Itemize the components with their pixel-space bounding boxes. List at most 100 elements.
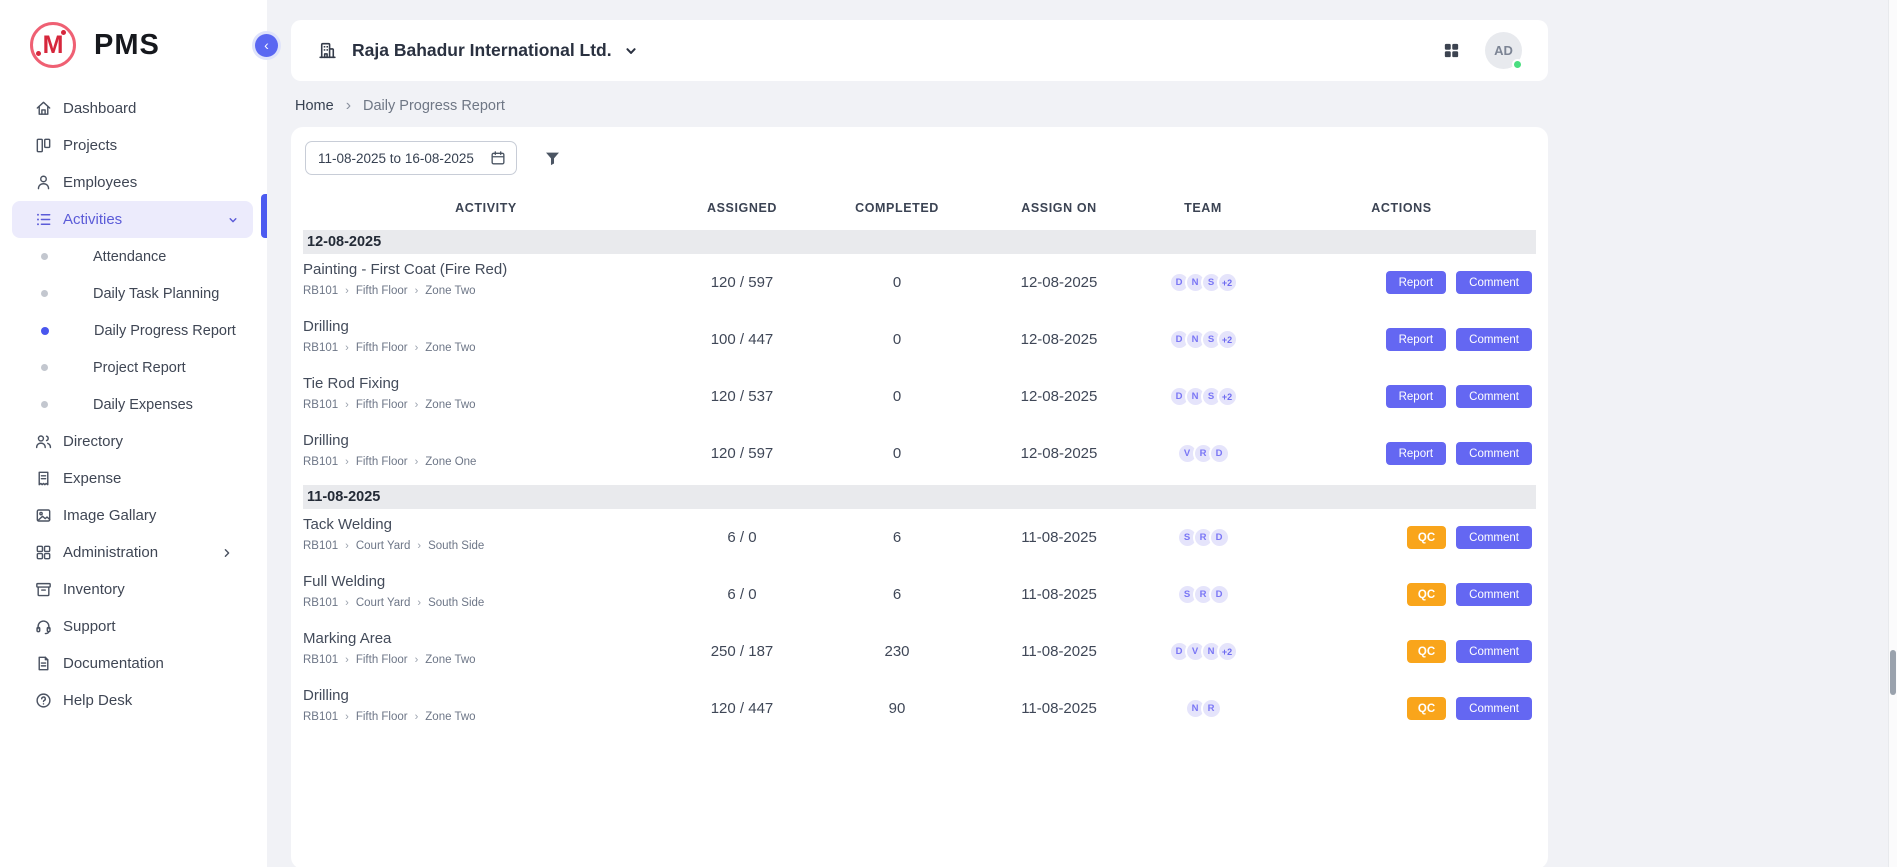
activity-path: RB101›Fifth Floor›Zone Two [303, 711, 669, 723]
question-circle-icon [34, 691, 53, 710]
image-icon [34, 506, 53, 525]
sidebar-item-administration[interactable]: Administration [0, 534, 267, 571]
report-button[interactable]: Report [1386, 271, 1447, 294]
path-chevron-icon: › [417, 597, 421, 609]
path-segment: Fifth Floor [356, 456, 408, 468]
assigned-value: 6 / 0 [669, 509, 815, 566]
completed-value: 230 [815, 623, 979, 680]
report-button[interactable]: Report [1386, 328, 1447, 351]
sidebar-subitem-project-report[interactable]: Project Report [0, 349, 267, 386]
activity-name: Drilling [303, 318, 669, 335]
assign-on-value: 12-08-2025 [979, 425, 1139, 482]
assign-on-value: 11-08-2025 [979, 623, 1139, 680]
path-segment: Fifth Floor [356, 399, 408, 411]
qc-button[interactable]: QC [1407, 640, 1446, 663]
path-segment: Zone Two [425, 342, 475, 354]
sidebar: M PMS Dashboard Projects Employees Activ… [0, 0, 267, 867]
table-row: Full Welding RB101›Court Yard›South Side… [303, 566, 1536, 623]
sidebar-item-dashboard[interactable]: Dashboard [0, 90, 267, 127]
team-extra-count-badge[interactable]: +2 [1217, 329, 1238, 350]
topbar: Raja Bahadur International Ltd. AD [291, 20, 1548, 81]
path-segment: RB101 [303, 711, 338, 723]
path-chevron-icon: › [415, 456, 419, 468]
sidebar-subitem-attendance[interactable]: Attendance [0, 238, 267, 275]
table-row: Drilling RB101›Fifth Floor›Zone Two 100 … [303, 311, 1536, 368]
sidebar-item-employees[interactable]: Employees [0, 164, 267, 201]
group-date: 12-08-2025 [307, 234, 381, 250]
assigned-value: 100 / 447 [669, 311, 815, 368]
company-selector[interactable]: Raja Bahadur International Ltd. [317, 40, 640, 61]
path-chevron-icon: › [415, 285, 419, 297]
people-icon [34, 432, 53, 451]
path-segment: Court Yard [356, 540, 411, 552]
chevron-down-icon [622, 42, 640, 60]
assign-on-value: 12-08-2025 [979, 254, 1139, 311]
team-extra-count-badge[interactable]: +2 [1217, 272, 1238, 293]
page-scrollbar[interactable] [1888, 0, 1897, 867]
page-scrollbar-thumb[interactable] [1890, 650, 1896, 695]
comment-button[interactable]: Comment [1456, 697, 1532, 720]
activity-path: RB101›Fifth Floor›Zone One [303, 456, 669, 468]
comment-button[interactable]: Comment [1456, 271, 1532, 294]
team-member-avatar[interactable]: R [1201, 698, 1222, 719]
qc-button[interactable]: QC [1407, 697, 1446, 720]
sidebar-subitem-daily-expenses[interactable]: Daily Expenses [0, 386, 267, 423]
completed-value: 0 [815, 368, 979, 425]
home-icon [34, 99, 53, 118]
row-actions: QC Comment [1267, 623, 1536, 680]
qc-button[interactable]: QC [1407, 526, 1446, 549]
sidebar-item-image-gallary[interactable]: Image Gallary [0, 497, 267, 534]
date-range-input[interactable]: 11-08-2025 to 16-08-2025 [305, 141, 517, 175]
app-name: PMS [94, 29, 160, 62]
date-range-value: 11-08-2025 to 16-08-2025 [318, 151, 474, 166]
sidebar-collapse-button[interactable]: ‹ [255, 34, 278, 57]
sidebar-item-support[interactable]: Support [0, 608, 267, 645]
comment-button[interactable]: Comment [1456, 640, 1532, 663]
comment-button[interactable]: Comment [1456, 526, 1532, 549]
activity-path: RB101›Court Yard›South Side [303, 540, 669, 552]
team-avatars: DNS+2 [1139, 311, 1267, 368]
sidebar-item-directory[interactable]: Directory [0, 423, 267, 460]
qc-button[interactable]: QC [1407, 583, 1446, 606]
path-segment: RB101 [303, 597, 338, 609]
archive-box-icon [34, 580, 53, 599]
chevron-down-icon [225, 212, 241, 228]
sidebar-item-label: Inventory [63, 581, 125, 598]
sidebar-item-activities[interactable]: Activities [12, 201, 253, 238]
path-chevron-icon: › [415, 342, 419, 354]
comment-button[interactable]: Comment [1456, 583, 1532, 606]
column-header-actions: ACTIONS [1267, 201, 1536, 215]
comment-button[interactable]: Comment [1456, 385, 1532, 408]
sidebar-item-projects[interactable]: Projects [0, 127, 267, 164]
sidebar-item-help-desk[interactable]: Help Desk [0, 682, 267, 719]
team-extra-count-badge[interactable]: +2 [1217, 641, 1238, 662]
row-actions: Report Comment [1267, 425, 1536, 482]
completed-value: 0 [815, 311, 979, 368]
report-button[interactable]: Report [1386, 442, 1447, 465]
sidebar-subitem-daily-progress-report[interactable]: Daily Progress Report [0, 312, 267, 349]
team-extra-count-badge[interactable]: +2 [1217, 386, 1238, 407]
apps-grid-icon[interactable] [1442, 41, 1461, 60]
sidebar-item-inventory[interactable]: Inventory [0, 571, 267, 608]
filter-funnel-icon[interactable] [543, 149, 562, 168]
activity-name: Drilling [303, 432, 669, 449]
comment-button[interactable]: Comment [1456, 328, 1532, 351]
team-member-avatar[interactable]: D [1209, 443, 1230, 464]
team-member-avatar[interactable]: D [1209, 527, 1230, 548]
sidebar-item-expense[interactable]: Expense [0, 460, 267, 497]
breadcrumb-home[interactable]: Home [295, 98, 334, 114]
sidebar-item-label: Documentation [63, 655, 164, 672]
sidebar-item-documentation[interactable]: Documentation [0, 645, 267, 682]
team-member-avatar[interactable]: D [1209, 584, 1230, 605]
path-segment: Zone Two [425, 399, 475, 411]
path-chevron-icon: › [415, 711, 419, 723]
app-logo: M PMS [0, 0, 267, 84]
report-button[interactable]: Report [1386, 385, 1447, 408]
sidebar-subitem-daily-task-planning[interactable]: Daily Task Planning [0, 275, 267, 312]
comment-button[interactable]: Comment [1456, 442, 1532, 465]
assign-on-value: 11-08-2025 [979, 566, 1139, 623]
path-chevron-icon: › [415, 654, 419, 666]
activity-cell: Painting - First Coat (Fire Red) RB101›F… [303, 254, 669, 311]
user-avatar[interactable]: AD [1485, 32, 1522, 69]
completed-value: 0 [815, 254, 979, 311]
